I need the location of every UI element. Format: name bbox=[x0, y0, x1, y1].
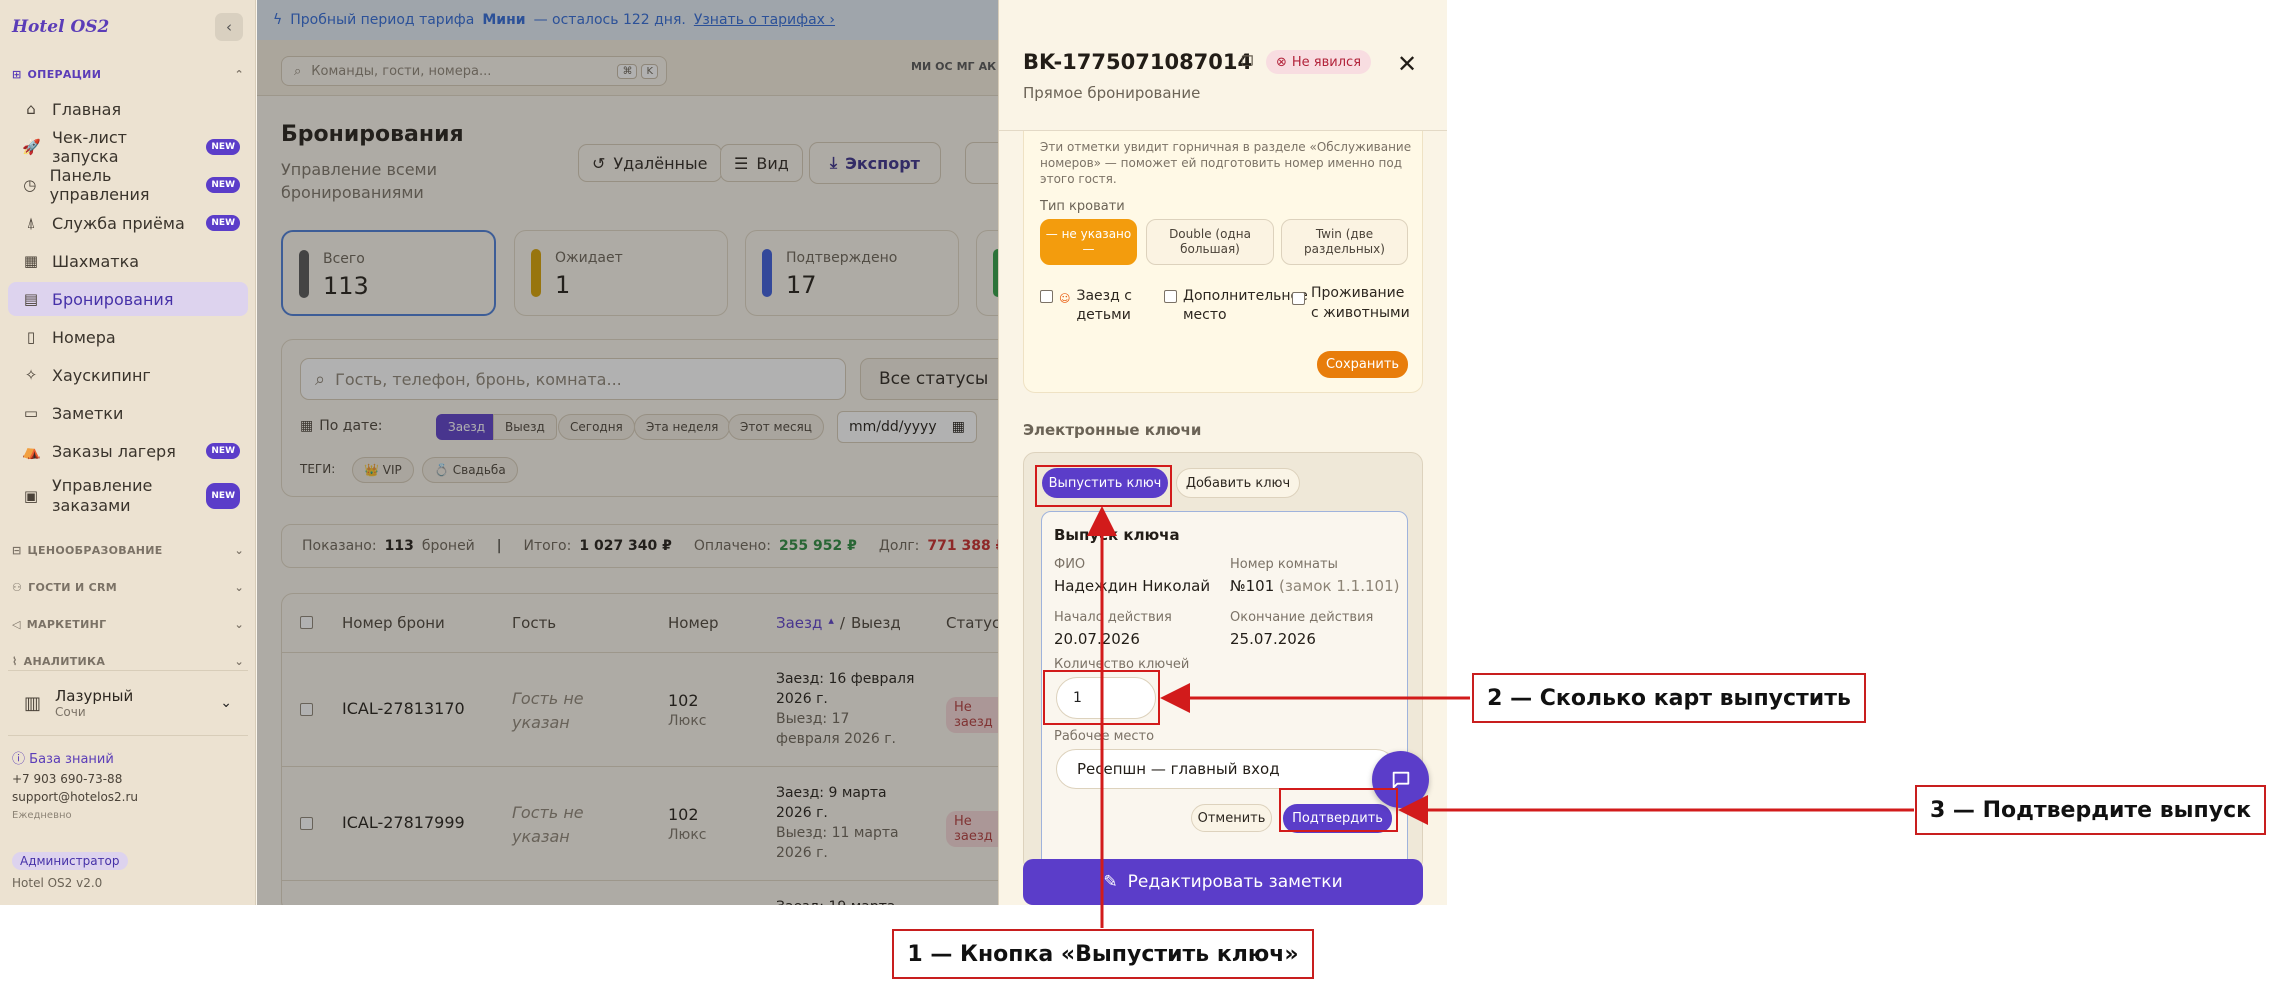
callout-step-1: 1 — Кнопка «Выпустить ключ» bbox=[892, 929, 1314, 979]
annotation-arrows bbox=[1087, 506, 1914, 928]
callout-step-3: 3 — Подтвердите выпуск bbox=[1915, 785, 2266, 835]
callout-step-2: 2 — Сколько карт выпустить bbox=[1472, 673, 1866, 723]
